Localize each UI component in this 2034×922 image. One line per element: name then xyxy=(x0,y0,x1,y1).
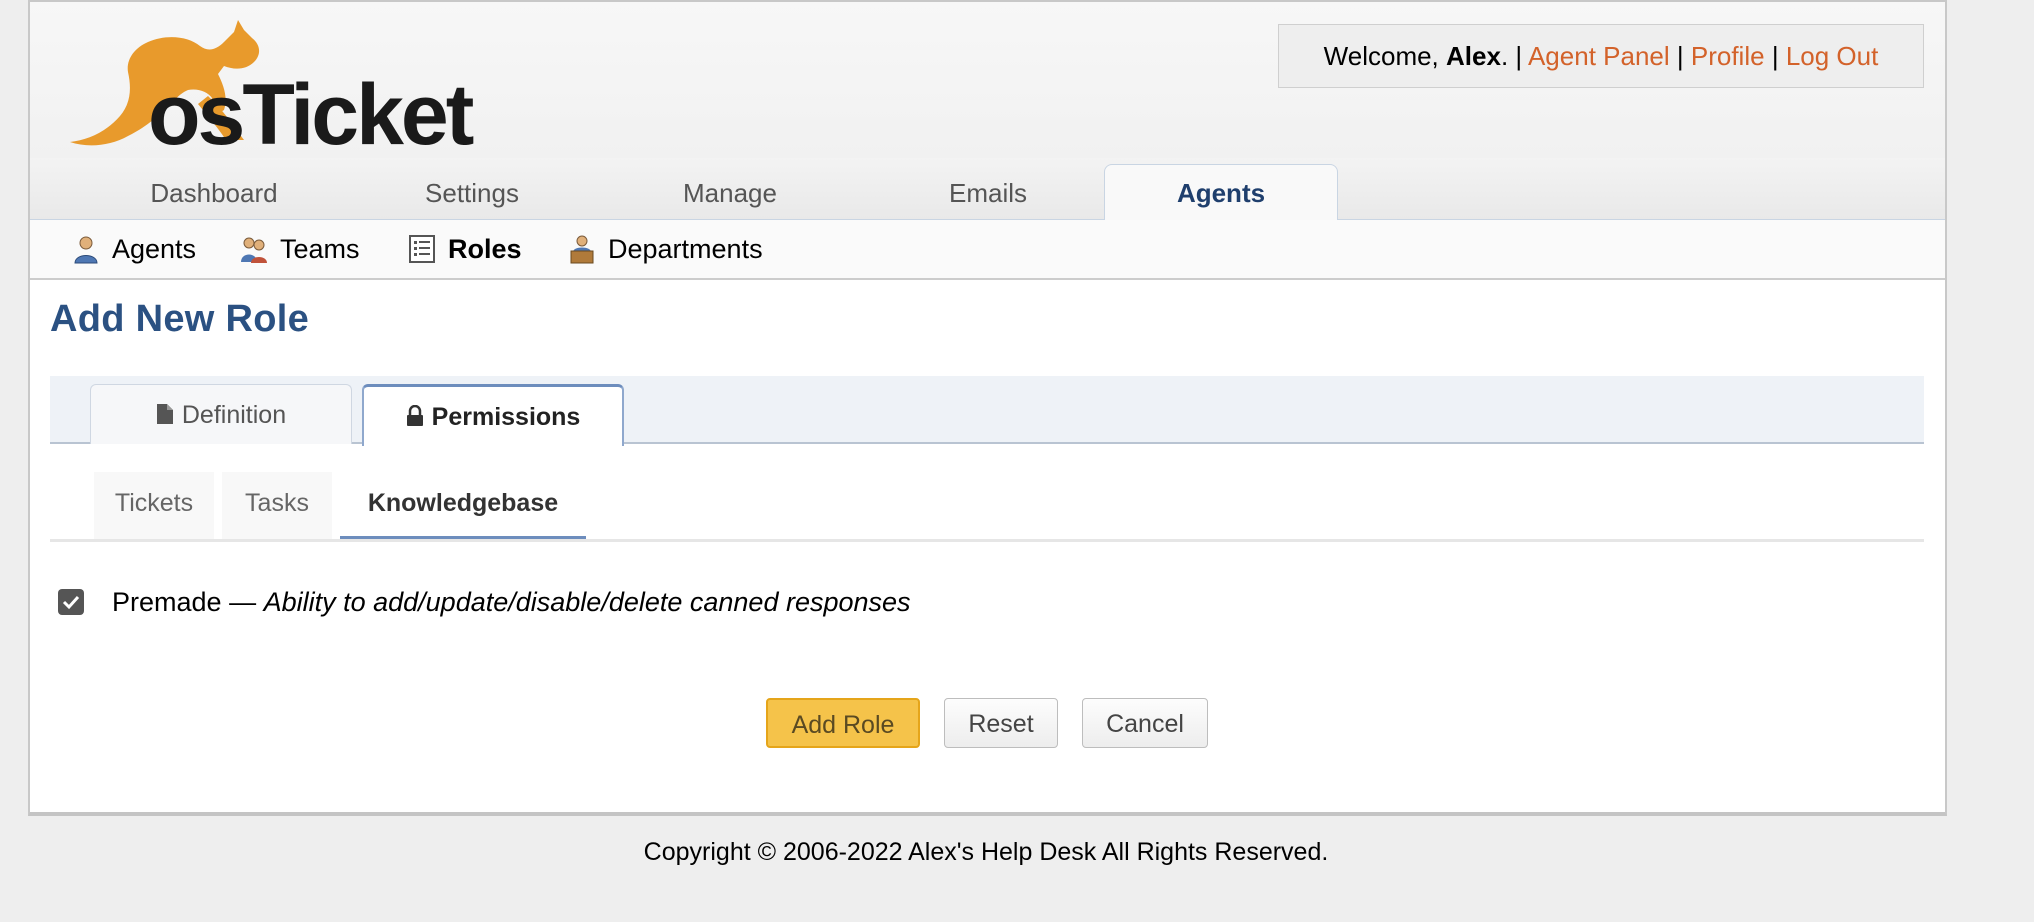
subnav-item-roles[interactable]: Roles xyxy=(408,232,522,266)
teams-icon xyxy=(241,237,267,263)
separator: | xyxy=(1676,41,1684,71)
permission-subtabs: Tickets Tasks Knowledgebase xyxy=(50,472,1924,542)
premade-checkbox[interactable] xyxy=(58,589,84,615)
subnav-label: Agents xyxy=(112,234,197,264)
agent-panel-link[interactable]: Agent Panel xyxy=(1528,41,1670,71)
welcome-prefix: Welcome, xyxy=(1323,41,1447,71)
separator: | xyxy=(1771,41,1779,71)
permission-description: Ability to add/update/disable/delete can… xyxy=(263,586,911,617)
nav-tab-dashboard[interactable]: Dashboard xyxy=(92,158,336,220)
permission-name: Premade xyxy=(112,586,222,617)
subnav-item-teams[interactable]: Teams xyxy=(240,232,360,266)
subnav-item-agents[interactable]: Agents xyxy=(72,232,196,266)
nav-tab-manage[interactable]: Manage xyxy=(608,158,852,220)
subtab-knowledgebase[interactable]: Knowledgebase xyxy=(340,472,586,539)
osticket-logo[interactable]: osTicket xyxy=(48,12,478,152)
profile-link[interactable]: Profile xyxy=(1691,41,1765,71)
add-role-button[interactable]: Add Role xyxy=(766,698,920,748)
permission-dash: — xyxy=(221,586,264,617)
subnav-label: Roles xyxy=(448,234,522,264)
main-nav: Dashboard Settings Manage Emails Agents xyxy=(30,158,1945,222)
tab-definition[interactable]: Definition xyxy=(90,384,352,444)
agent-icon xyxy=(74,236,98,264)
sub-nav: Agents Teams Roles Departments xyxy=(30,220,1945,280)
welcome-suffix: . xyxy=(1500,41,1509,71)
check-icon xyxy=(62,595,80,610)
role-tabs: Definition Permissions xyxy=(50,376,1924,446)
document-icon xyxy=(156,404,173,425)
departments-icon xyxy=(570,235,594,264)
nav-tab-settings[interactable]: Settings xyxy=(350,158,594,220)
header: osTicket Welcome, Alex. | Agent Panel | … xyxy=(30,2,1945,158)
permission-row: Premade — Ability to add/update/disable/… xyxy=(58,582,911,622)
welcome-box: Welcome, Alex. | Agent Panel | Profile |… xyxy=(1278,24,1924,88)
reset-button[interactable]: Reset xyxy=(944,698,1058,748)
logout-link[interactable]: Log Out xyxy=(1786,41,1879,71)
page-title: Add New Role xyxy=(50,298,310,340)
separator: | xyxy=(1515,41,1523,71)
tab-label: Permissions xyxy=(431,403,581,431)
tab-permissions[interactable]: Permissions xyxy=(362,384,624,446)
subtab-tickets[interactable]: Tickets xyxy=(94,472,214,539)
user-name: Alex xyxy=(1446,41,1501,71)
tab-label: Definition xyxy=(181,401,287,429)
main-container: osTicket Welcome, Alex. | Agent Panel | … xyxy=(28,0,1947,816)
nav-tab-agents[interactable]: Agents xyxy=(1104,164,1338,222)
footer-copyright: Copyright © 2006-2022 Alex's Help Desk A… xyxy=(643,838,1329,866)
subnav-item-departments[interactable]: Departments xyxy=(568,232,763,266)
subnav-label: Teams xyxy=(280,234,360,264)
subtab-tasks[interactable]: Tasks xyxy=(222,472,332,539)
cancel-button[interactable]: Cancel xyxy=(1082,698,1208,748)
lock-icon xyxy=(406,405,423,427)
subnav-label: Departments xyxy=(608,234,763,264)
svg-text:osTicket: osTicket xyxy=(148,67,474,152)
roles-icon xyxy=(409,235,435,263)
nav-tab-emails[interactable]: Emails xyxy=(866,158,1110,220)
